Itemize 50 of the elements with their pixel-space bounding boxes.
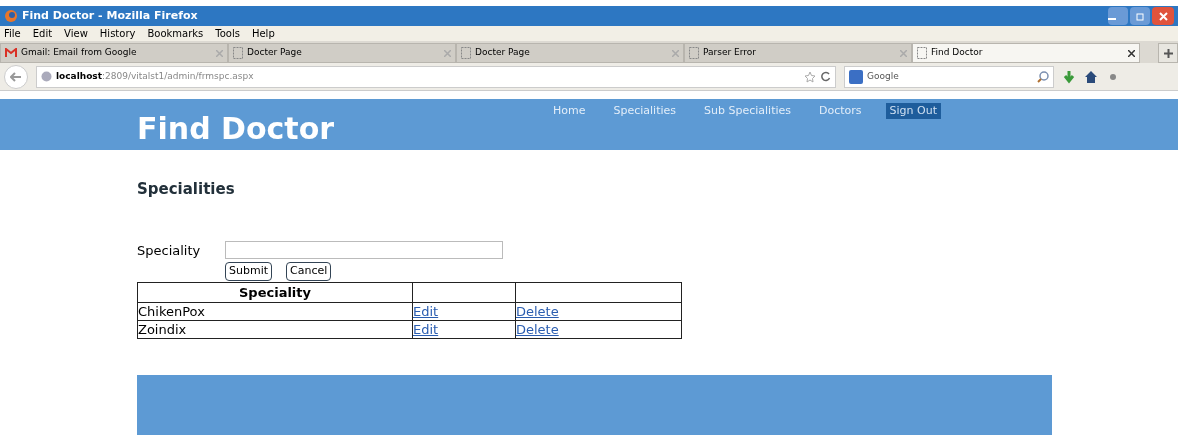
table-cell: Zoindix — [137, 320, 413, 339]
form-button[interactable]: Submit — [225, 262, 273, 281]
menu-item[interactable]: Tools — [215, 26, 240, 42]
browser-logo-icon — [4, 9, 18, 24]
mail-icon — [5, 48, 17, 59]
restore-icon — [1135, 11, 1145, 21]
restore-button[interactable] — [1130, 7, 1150, 26]
page-icon — [917, 47, 927, 60]
column-header: Speciality — [137, 282, 413, 303]
search-field[interactable]: Google — [844, 65, 1054, 88]
page-heading: Specialities — [137, 179, 236, 200]
close-button[interactable] — [1152, 7, 1174, 26]
menu-item[interactable]: View — [64, 26, 88, 42]
back-button[interactable] — [4, 64, 28, 89]
form-button[interactable]: Cancel — [286, 262, 332, 281]
plus-icon — [1163, 48, 1173, 58]
edit-link[interactable]: Edit — [413, 322, 439, 337]
menu-item[interactable]: Help — [251, 26, 275, 42]
site-title: Find Doctor — [137, 114, 335, 144]
edit-link[interactable]: Edit — [413, 304, 439, 319]
address-field[interactable]: localhost:2809/vitalst1/admin/frmspc.aspx — [36, 65, 836, 88]
browser-tab[interactable]: Gmail: Email from Google — [0, 43, 228, 64]
browser-tab[interactable]: Docter Page — [228, 43, 456, 64]
menu-item[interactable]: File — [4, 26, 21, 42]
menu-item[interactable]: History — [99, 26, 136, 42]
table-cell: ChikenPox — [137, 302, 413, 321]
browser-tab[interactable]: Find Doctor — [912, 43, 1140, 64]
star-icon[interactable] — [804, 70, 816, 83]
field-label: Speciality — [137, 241, 202, 260]
nav-link[interactable]: Sign Out — [885, 102, 941, 120]
browser-tab[interactable]: Docter Page — [456, 43, 684, 64]
back-arrow-icon — [10, 71, 22, 82]
close-icon — [1158, 11, 1168, 21]
speciality-input[interactable] — [225, 241, 503, 260]
download-icon[interactable] — [1062, 69, 1076, 84]
page-icon — [461, 47, 471, 60]
search-engine-icon — [849, 69, 863, 84]
home-icon[interactable] — [1084, 69, 1098, 84]
menu-item[interactable]: Bookmarks — [147, 26, 204, 42]
close-tab-icon[interactable] — [1128, 49, 1135, 57]
search-icon[interactable] — [1037, 70, 1049, 83]
reload-icon[interactable] — [820, 71, 831, 83]
globe-icon — [41, 71, 52, 83]
window-title: Find Doctor - Mozilla Firefox — [22, 7, 198, 24]
page-icon — [233, 47, 243, 60]
new-tab-button[interactable] — [1158, 43, 1178, 64]
browser-tab[interactable]: Parser Error — [684, 43, 912, 64]
menu-item[interactable]: Edit — [32, 26, 53, 42]
minimize-button[interactable] — [1108, 7, 1128, 26]
page-icon — [689, 47, 699, 60]
